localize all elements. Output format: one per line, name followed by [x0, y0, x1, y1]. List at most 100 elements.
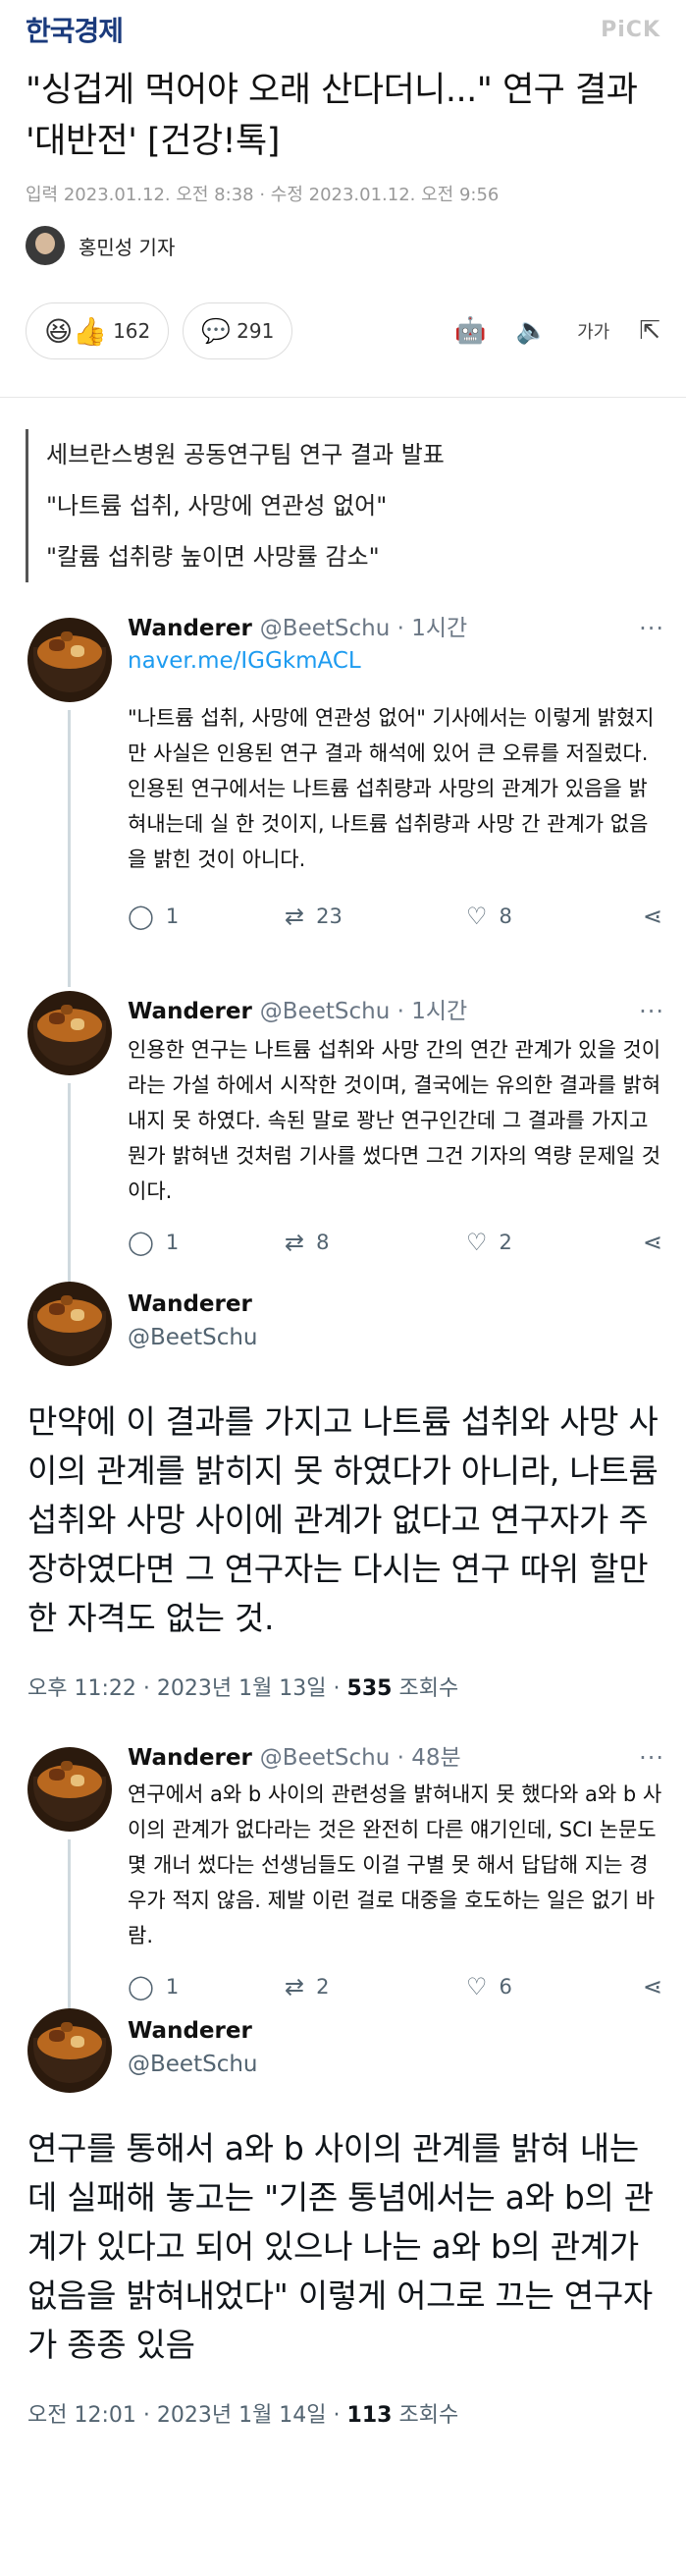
view-count: 113	[346, 2403, 393, 2428]
thread-connector	[68, 1083, 71, 1282]
like-button[interactable]: ♡ 2	[466, 1229, 623, 1256]
tweet-header: Wanderer @BeetSchu · 48분 ···	[128, 1743, 686, 1773]
tweet-text: 연구에서 a와 b 사이의 관련성을 밝혀내지 못 했다와 a와 b 사이의 관…	[128, 1782, 662, 1947]
reply-icon: ◯	[128, 1229, 154, 1256]
comment-bubble-icon: 💬	[201, 317, 232, 345]
focused-tweet[interactable]: Wanderer @BeetSchu 만약에 이 결과를 가지고 나트륨 섭취와…	[0, 1282, 686, 1743]
font-size-icon[interactable]: 가가	[577, 318, 609, 344]
more-icon[interactable]: ···	[639, 614, 664, 643]
view-label: 조회수	[392, 2403, 459, 2428]
reaction-button[interactable]: 😆👍 162	[26, 302, 170, 359]
handle-time: @BeetSchu · 1시간	[259, 999, 468, 1024]
like-button[interactable]: ♡ 8	[466, 903, 623, 930]
display-name[interactable]: Wanderer	[128, 614, 252, 643]
article-headline: "싱겁게 먹어야 오래 산다더니..." 연구 결과 '대반전' [건강!톡]	[26, 71, 638, 161]
retweet-button[interactable]: ⇄ 23	[285, 903, 466, 930]
retweet-count: 8	[316, 1231, 330, 1254]
article-dates: 입력 2023.01.12. 오전 8:38 · 수정 2023.01.12. …	[26, 185, 500, 205]
summary-line: "칼륨 섭취량 높이면 사망률 감소"	[46, 543, 380, 571]
thread-connector	[68, 1839, 71, 2008]
comment-button[interactable]: 💬 291	[183, 302, 293, 359]
display-name[interactable]: Wanderer	[128, 997, 252, 1026]
retweet-button[interactable]: ⇄ 2	[285, 1973, 466, 2001]
view-label: 조회수	[392, 1676, 459, 1701]
avatar[interactable]	[27, 1282, 112, 1366]
retweet-count: 23	[316, 904, 343, 928]
tweet[interactable]: Wanderer @BeetSchu · 1시간 ··· 인용한 연구는 나트륨…	[0, 987, 686, 1282]
time-text: 오전 12:01 · 2023년 1월 14일 ·	[27, 2403, 347, 2428]
article-topbar: 한국경제 PiCK	[0, 0, 686, 59]
author-avatar	[26, 226, 65, 265]
more-icon[interactable]: ···	[639, 1743, 664, 1773]
tweet-metrics: ◯ 1 ⇄ 2 ♡ 6 ⋖	[128, 1957, 686, 2016]
share-icon[interactable]: ⋖	[643, 1229, 662, 1256]
like-icon: ♡	[466, 1973, 488, 2001]
tweet-header: Wanderer @BeetSchu · 1시간 ···	[128, 997, 686, 1026]
reply-button[interactable]: ◯ 1	[128, 1229, 285, 1256]
like-count: 8	[499, 904, 512, 928]
display-name[interactable]: Wanderer	[128, 1291, 252, 1317]
thread-connector	[68, 710, 71, 987]
like-count: 2	[499, 1231, 512, 1254]
like-icon: ♡	[466, 1229, 488, 1256]
reply-count: 1	[165, 1975, 180, 1999]
summary-line: 세브란스병원 공동연구팀 연구 결과 발표	[46, 441, 445, 468]
tweet-text: 만약에 이 결과를 가지고 나트륨 섭취와 사망 사이의 관계를 밝히지 못 하…	[27, 1402, 659, 1637]
retweet-icon: ⇄	[285, 1973, 305, 2001]
publisher-logo[interactable]: 한국경제	[26, 10, 124, 49]
handle: @BeetSchu	[128, 1325, 258, 1350]
summary-line: "나트륨 섭취, 사망에 연관성 없어"	[46, 492, 388, 520]
robot-icon[interactable]: 🤖	[454, 316, 486, 346]
avatar[interactable]	[27, 1747, 112, 1832]
reply-count: 1	[165, 904, 180, 928]
reply-button[interactable]: ◯ 1	[128, 1973, 285, 2001]
tweet[interactable]: Wanderer @BeetSchu · 48분 ··· 연구에서 a와 b 사…	[0, 1743, 686, 2008]
pick-badge: PiCK	[601, 17, 660, 42]
comment-count: 291	[237, 319, 275, 343]
like-icon: ♡	[466, 903, 488, 930]
tweet-thread: Wanderer @BeetSchu · 1시간 ··· naver.me/IG…	[0, 614, 686, 2428]
more-icon[interactable]: ···	[639, 997, 664, 1026]
time-text: 오후 11:22 · 2023년 1월 13일 ·	[27, 1676, 347, 1701]
display-name[interactable]: Wanderer	[128, 1743, 252, 1773]
tweet-text: "나트륨 섭취, 사망에 연관성 없어" 기사에서는 이렇게 밝혔지만 사실은 …	[128, 706, 655, 871]
retweet-count: 2	[316, 1975, 330, 1999]
reply-count: 1	[165, 1231, 180, 1254]
like-button[interactable]: ♡ 6	[466, 1973, 623, 2001]
reaction-emoji-icon: 😆👍	[44, 314, 108, 348]
reaction-count: 162	[113, 319, 151, 343]
retweet-icon: ⇄	[285, 1229, 305, 1256]
author-row[interactable]: 홍민성 기자	[0, 206, 686, 265]
share-icon[interactable]: ⇱	[639, 316, 660, 346]
view-count: 535	[346, 1676, 393, 1701]
article-summary: 세브란스병원 공동연구팀 연구 결과 발표 "나트륨 섭취, 사망에 연관성 없…	[26, 429, 660, 582]
tweet[interactable]: Wanderer @BeetSchu · 1시간 ··· naver.me/IG…	[0, 614, 686, 987]
handle: @BeetSchu	[128, 2052, 258, 2077]
tweet-metrics: ◯ 1 ⇄ 23 ♡ 8 ⋖	[128, 887, 686, 946]
retweet-button[interactable]: ⇄ 8	[285, 1229, 466, 1256]
reply-button[interactable]: ◯ 1	[128, 903, 285, 930]
avatar[interactable]	[27, 991, 112, 1075]
tweet-timestamp: 오후 11:22 · 2023년 1월 13일 · 535 조회수	[27, 1671, 659, 1702]
tweet-text: 인용한 연구는 나트륨 섭취와 사망 간의 연간 관계가 있을 것이라는 가설 …	[128, 1038, 661, 1203]
tweet-timestamp: 오전 12:01 · 2023년 1월 14일 · 113 조회수	[27, 2397, 659, 2429]
handle-time: @BeetSchu · 1시간	[259, 616, 468, 641]
reply-icon: ◯	[128, 1973, 154, 2001]
tweet-link[interactable]: naver.me/IGGkmACL	[128, 643, 686, 679]
tweet-header: Wanderer @BeetSchu · 1시간 ···	[128, 614, 686, 643]
reply-icon: ◯	[128, 903, 154, 930]
speaker-icon[interactable]: 🔈	[516, 316, 548, 346]
page: 한국경제 PiCK "싱겁게 먹어야 오래 산다더니..." 연구 결과 '대반…	[0, 0, 686, 2576]
divider	[0, 397, 686, 398]
share-icon[interactable]: ⋖	[643, 903, 662, 930]
avatar[interactable]	[27, 618, 112, 702]
author-name: 홍민성 기자	[79, 235, 176, 259]
article-actions: 😆👍 162 💬 291 🤖 🔈 가가 ⇱	[0, 265, 686, 367]
avatar[interactable]	[27, 2008, 112, 2093]
display-name[interactable]: Wanderer	[128, 2018, 252, 2044]
share-icon[interactable]: ⋖	[643, 1973, 662, 2001]
handle-time: @BeetSchu · 48분	[259, 1745, 461, 1771]
focused-tweet[interactable]: Wanderer @BeetSchu 연구를 통해서 a와 b 사이의 관계를 …	[0, 2008, 686, 2428]
retweet-icon: ⇄	[285, 903, 305, 930]
article-tools: 🤖 🔈 가가 ⇱	[454, 316, 660, 346]
